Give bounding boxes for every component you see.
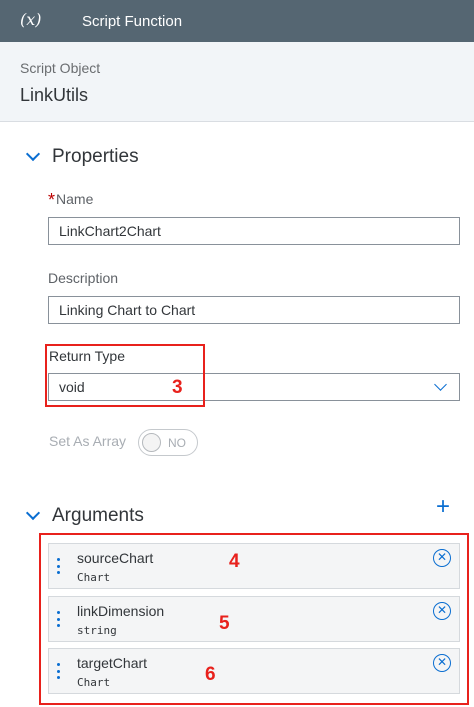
set-as-array-label: Set As Array [49, 433, 127, 449]
description-input[interactable]: Linking Chart to Chart [48, 296, 460, 324]
title-bar: (x) Script Function [0, 0, 474, 42]
arguments-title: Arguments [52, 505, 144, 526]
chevron-down-icon[interactable] [434, 378, 447, 391]
name-label: *Name [48, 190, 94, 210]
chevron-down-icon[interactable] [25, 146, 41, 162]
properties-title: Properties [52, 146, 139, 167]
annotation-number: 3 [172, 377, 183, 398]
panel-title: Script Function [82, 13, 183, 30]
annotation-box-arguments [39, 533, 469, 705]
toggle-knob [142, 433, 161, 452]
function-x-icon: (x) [20, 10, 42, 29]
required-asterisk: * [48, 190, 56, 210]
arguments-section-header[interactable]: Arguments [25, 505, 144, 527]
object-type-label: Script Object [20, 60, 101, 76]
properties-section-header[interactable]: Properties [25, 146, 139, 168]
plus-icon[interactable]: + [436, 495, 450, 519]
description-label: Description [48, 270, 119, 286]
annotation-number: 5 [219, 613, 230, 634]
set-as-array-toggle[interactable]: NO [138, 429, 198, 456]
chevron-down-icon[interactable] [25, 505, 41, 521]
annotation-number: 6 [205, 664, 216, 685]
toggle-state-text: NO [168, 436, 186, 450]
name-input[interactable]: LinkChart2Chart [48, 217, 460, 245]
annotation-number: 4 [229, 551, 240, 572]
object-header: Script Object LinkUtils [0, 42, 474, 122]
object-name: LinkUtils [20, 85, 89, 105]
